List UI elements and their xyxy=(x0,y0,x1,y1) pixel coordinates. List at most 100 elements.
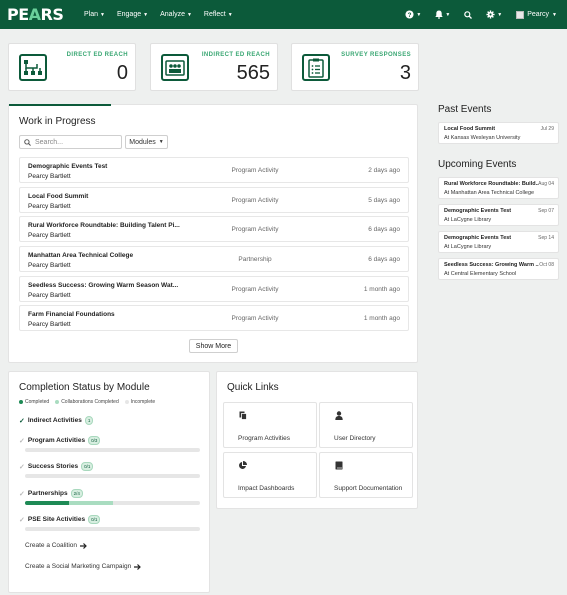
modules-filter-label: Modules xyxy=(129,138,156,146)
event-item[interactable]: Seedless Success: Growing Warm ... Oct 0… xyxy=(438,258,559,280)
event-name: Rural Workforce Roundtable: Build... xyxy=(444,181,539,187)
legend-incomplete: Incomplete xyxy=(124,399,156,405)
row-type: Program Activity xyxy=(231,226,279,233)
row-time: 1 month ago xyxy=(363,315,400,322)
row-type: Program Activity xyxy=(231,167,279,174)
create-social-marketing-campaign-link[interactable]: Create a Social Marketing Campaign xyxy=(25,563,142,570)
user-menu[interactable]: Pearcy ▼ xyxy=(516,10,557,19)
create-coalition-link[interactable]: Create a Coalition xyxy=(25,542,87,549)
legend-label: Completed xyxy=(25,399,50,405)
row-owner: Pearcy Bartlett xyxy=(28,262,71,269)
clipboard-icon xyxy=(302,54,330,81)
logo-text-end: RS xyxy=(40,5,64,24)
event-location: At Manhattan Area Technical College xyxy=(444,190,535,196)
module-label: Indirect Activities xyxy=(27,417,82,424)
link-label: Create a Coalition xyxy=(25,542,78,549)
module-indirect-activities[interactable]: ✓ Indirect Activities 1 xyxy=(19,416,94,425)
table-row[interactable]: Seedless Success: Growing Warm Season Wa… xyxy=(19,276,409,302)
stat-value: 3 xyxy=(399,62,411,84)
quick-link-support-documentation[interactable]: Support Documentation xyxy=(319,452,413,498)
table-row[interactable]: Rural Workforce Roundtable: Building Tal… xyxy=(19,216,409,242)
module-label: Success Stories xyxy=(27,463,79,470)
panel-accent-bar xyxy=(9,104,111,106)
table-row[interactable]: Demographic Events Test Pearcy Bartlett … xyxy=(19,157,409,183)
modules-filter-dropdown[interactable]: Modules ▼ xyxy=(125,135,168,149)
link-label: Create a Social Marketing Campaign xyxy=(25,563,132,570)
row-owner: Pearcy Bartlett xyxy=(28,173,71,180)
table-row[interactable]: Farm Financial Foundations Pearcy Bartle… xyxy=(19,305,409,331)
row-name: Seedless Success: Growing Warm Season Wa… xyxy=(28,282,179,289)
menu-plan-label: Plan xyxy=(84,11,99,18)
search-button[interactable] xyxy=(464,10,473,19)
event-date: Sep 14 xyxy=(538,235,554,241)
menu-plan[interactable]: Plan ▼ xyxy=(84,11,105,18)
stat-direct-ed-reach: DIRECT ED REACH 0 xyxy=(8,43,136,91)
module-pse-site-activities[interactable]: ✓ PSE Site Activities 0/1 xyxy=(19,515,101,524)
top-navbar: PEARS Plan ▼ Engage ▼ Analyze ▼ Reflect ▼ ? … xyxy=(0,0,567,29)
event-item[interactable]: Demographic Events Test Sep 14 At LaCygn… xyxy=(438,231,559,253)
stat-label: DIRECT ED REACH xyxy=(66,52,128,58)
menu-analyze[interactable]: Analyze ▼ xyxy=(160,11,192,18)
module-partnerships[interactable]: ✓ Partnerships 2/4 xyxy=(19,489,83,498)
caret-down-icon: ▼ xyxy=(552,11,557,18)
quick-links-panel: Quick Links Program Activities User Dire… xyxy=(216,371,418,509)
help-button[interactable]: ? ▼ xyxy=(405,10,421,19)
legend-dot xyxy=(19,399,23,404)
quick-link-program-activities[interactable]: Program Activities xyxy=(223,402,317,448)
arrow-right-icon xyxy=(80,542,87,549)
module-badge: 0/1 xyxy=(88,515,101,524)
row-time: 2 days ago xyxy=(368,167,400,174)
logo-text-accent: A xyxy=(28,5,41,24)
event-item[interactable]: Demographic Events Test Sep 07 At LaCygn… xyxy=(438,204,559,226)
table-row[interactable]: Local Food Summit Pearcy Bartlett Progra… xyxy=(19,187,409,213)
menu-reflect[interactable]: Reflect ▼ xyxy=(204,11,233,18)
event-location: At Central Elementary School xyxy=(444,271,517,277)
pears-logo[interactable]: PEARS xyxy=(7,5,64,24)
menu-reflect-label: Reflect xyxy=(203,11,226,18)
menu-analyze-label: Analyze xyxy=(160,11,185,18)
legend-label: Incomplete xyxy=(130,399,156,405)
quick-link-impact-dashboards[interactable]: Impact Dashboards xyxy=(223,452,317,498)
upcoming-events-title: Upcoming Events xyxy=(438,159,517,170)
event-item[interactable]: Rural Workforce Roundtable: Build... Aug… xyxy=(438,177,559,199)
module-badge: 1 xyxy=(84,416,94,425)
row-owner: Pearcy Bartlett xyxy=(28,321,71,328)
quick-link-label: Program Activities xyxy=(238,435,291,442)
show-more-button[interactable]: Show More xyxy=(189,339,238,353)
row-type: Program Activity xyxy=(231,286,279,293)
caret-down-icon: ▼ xyxy=(416,11,422,18)
module-badge: 0/1 xyxy=(81,462,94,471)
book-icon xyxy=(334,461,343,470)
row-time: 6 days ago xyxy=(368,256,400,263)
module-label: Partnerships xyxy=(27,490,68,497)
panel-title: Quick Links xyxy=(227,382,279,393)
legend-label: Collaborations Completed xyxy=(61,399,119,405)
module-program-activities[interactable]: ✓ Program Activities 0/3 xyxy=(19,436,101,445)
main-menu: Plan ▼ Engage ▼ Analyze ▼ Reflect ▼ xyxy=(84,0,245,29)
module-success-stories[interactable]: ✓ Success Stories 0/1 xyxy=(19,462,94,471)
legend-dot xyxy=(124,399,129,404)
event-location: At LaCygne Library xyxy=(444,217,492,223)
row-name: Demographic Events Test xyxy=(28,163,108,170)
event-name: Seedless Success: Growing Warm ... xyxy=(444,262,539,268)
event-item[interactable]: Local Food Summit Jul 29 At Kansas Wesle… xyxy=(438,122,559,144)
event-name: Local Food Summit xyxy=(444,126,496,132)
row-type: Partnership xyxy=(238,256,272,263)
progress-fill-completed xyxy=(25,501,69,505)
notifications-button[interactable]: ▼ xyxy=(435,10,450,19)
copy-icon xyxy=(238,411,247,420)
check-icon: ✓ xyxy=(19,490,25,498)
progress-bar xyxy=(25,474,200,478)
quick-link-user-directory[interactable]: User Directory xyxy=(319,402,413,448)
table-row[interactable]: Manhattan Area Technical College Pearcy … xyxy=(19,246,409,272)
settings-button[interactable]: ▼ xyxy=(486,10,502,19)
event-date: Oct 08 xyxy=(539,262,554,268)
wip-search-field[interactable]: Search... xyxy=(19,135,122,149)
module-label: Program Activities xyxy=(27,437,86,444)
workflow-icon xyxy=(19,54,47,81)
caret-down-icon: ▼ xyxy=(158,139,164,145)
row-owner: Pearcy Bartlett xyxy=(28,232,71,239)
row-type: Program Activity xyxy=(231,197,279,204)
avatar xyxy=(516,10,525,19)
menu-engage[interactable]: Engage ▼ xyxy=(117,11,148,18)
